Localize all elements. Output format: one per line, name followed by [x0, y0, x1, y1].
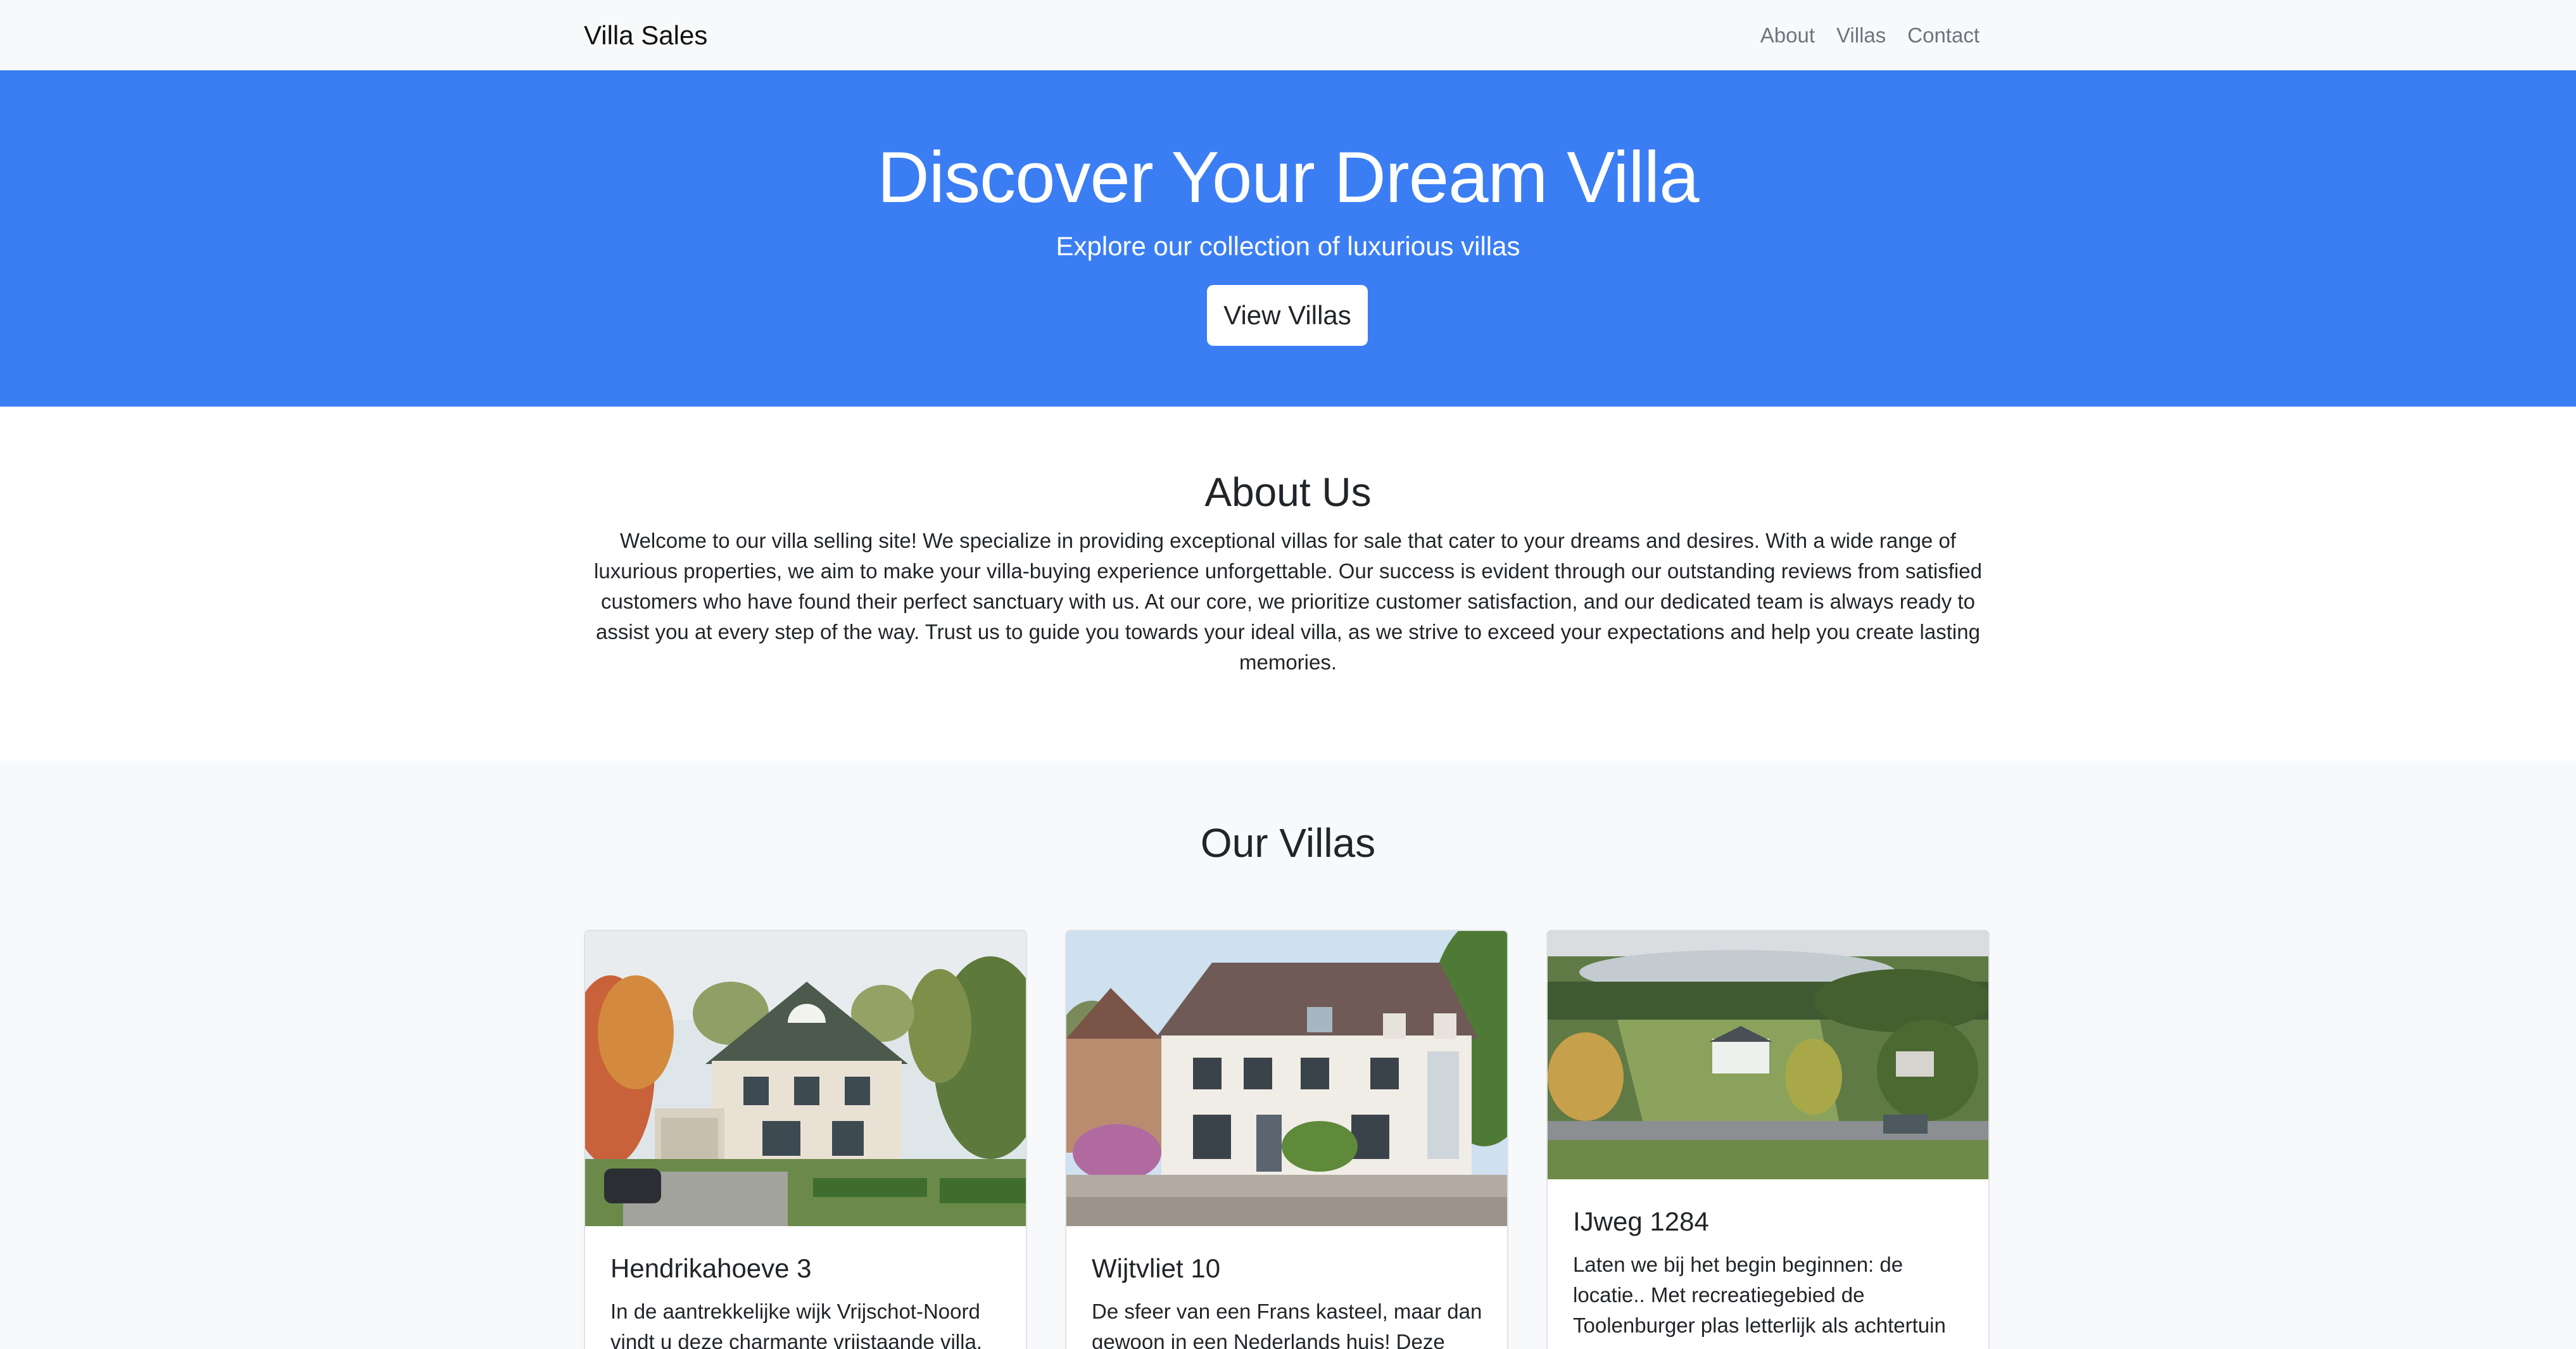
about-text: Welcome to our villa selling site! We sp… [594, 529, 1982, 674]
villa-name: Wijtvliet 10 [1092, 1253, 1221, 1283]
villas-title: Our Villas [1200, 820, 1376, 866]
villa-description: Laten we bij het begin beginnen: de loca… [1573, 1253, 1946, 1337]
villa-card-body: Wijtvliet 10 De sfeer van een Frans kast… [1092, 1251, 1484, 1349]
villa-name: Hendrikahoeve 3 [610, 1253, 812, 1283]
view-villas-button[interactable]: View Villas [1207, 285, 1368, 346]
brand-link[interactable]: Villa Sales [584, 18, 707, 53]
nav-link-villas[interactable]: Villas [1836, 20, 1886, 51]
nav-links: About Villas Contact [1760, 20, 1979, 51]
villa-card-body: Hendrikahoeve 3 In de aantrekkelijke wij… [610, 1251, 1003, 1349]
hero-subtitle: Explore our collection of luxurious vill… [1056, 231, 1520, 261]
villa-description: De sfeer van een Frans kasteel, maar dan… [1092, 1300, 1482, 1349]
about-section: About Us Welcome to our villa selling si… [0, 407, 2576, 761]
villa-name: IJweg 1284 [1573, 1206, 1709, 1236]
villa-photo [1548, 931, 1988, 1179]
top-navbar: Villa Sales About Villas Contact [0, 0, 2576, 70]
nav-link-contact[interactable]: Contact [1907, 20, 1979, 51]
nav-link-about[interactable]: About [1760, 20, 1815, 51]
about-title: About Us [1204, 469, 1372, 515]
villa-card-body: IJweg 1284 Laten we bij het begin beginn… [1573, 1204, 1966, 1341]
villa-card[interactable]: Wijtvliet 10 De sfeer van een Frans kast… [1065, 930, 1508, 1349]
hero-banner: Discover Your Dream Villa Explore our co… [0, 70, 2576, 407]
villas-section: Our Villas Hendrikahoeve 3 In de aantrek… [0, 761, 2576, 1349]
hero-title: Discover Your Dream Villa [877, 137, 1699, 218]
villa-card[interactable]: Hendrikahoeve 3 In de aantrekkelijke wij… [584, 930, 1027, 1349]
villa-photo [1066, 931, 1507, 1226]
villa-card[interactable]: IJweg 1284 Laten we bij het begin beginn… [1546, 930, 1990, 1349]
villa-description: In de aantrekkelijke wijk Vrijschot-Noor… [610, 1300, 982, 1349]
villa-photo [585, 931, 1026, 1226]
